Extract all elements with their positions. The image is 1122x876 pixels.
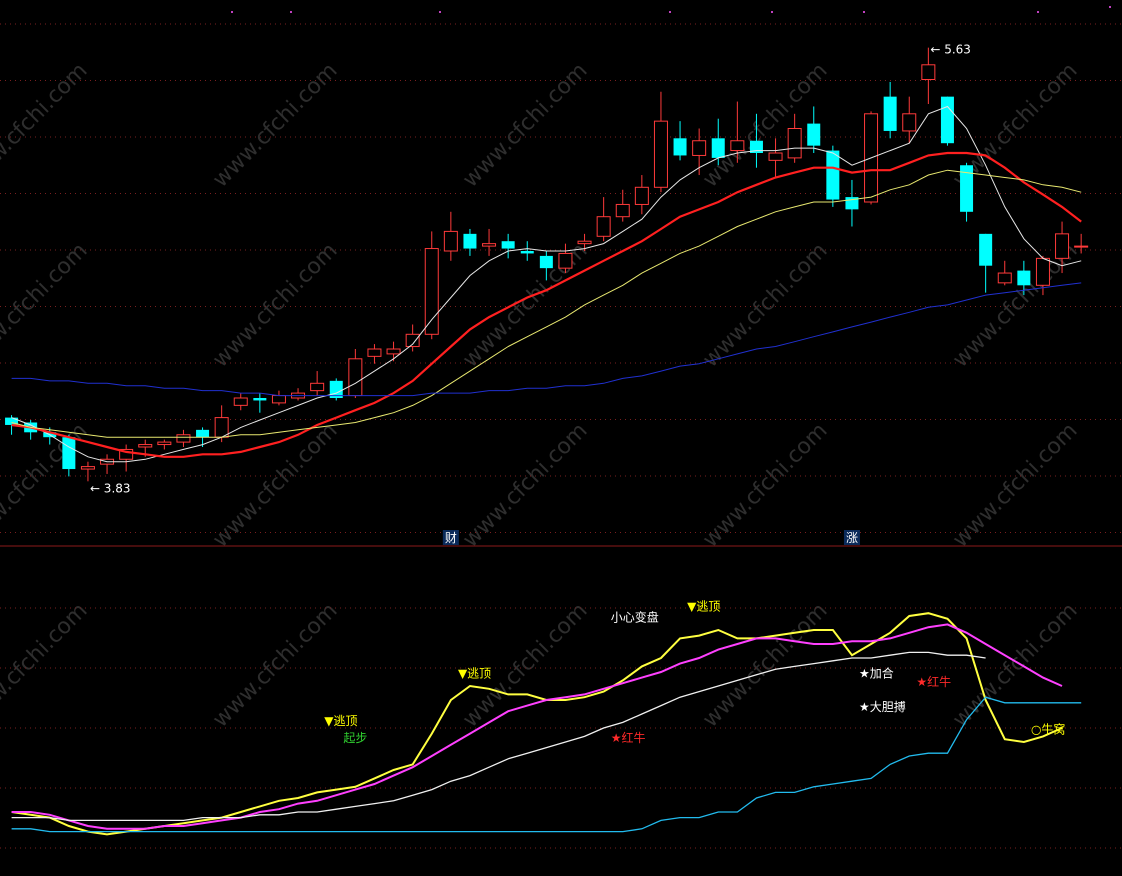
candle-down[interactable] [196, 429, 210, 438]
watermark-text: www.cfchi.com [698, 598, 832, 732]
candle-up[interactable] [443, 230, 458, 252]
candle-up[interactable] [348, 358, 363, 397]
candle-up[interactable] [558, 252, 573, 269]
signal-label: ★红牛 [916, 674, 951, 689]
candle-down[interactable] [711, 138, 725, 158]
period-tick [669, 11, 671, 13]
candle-up[interactable] [482, 243, 497, 247]
candle-down[interactable] [1017, 270, 1031, 286]
candle-down[interactable] [539, 255, 553, 269]
watermark-text: www.cfchi.com [208, 598, 342, 732]
period-tick [771, 11, 773, 13]
candle-down[interactable] [501, 241, 515, 249]
candle-up[interactable] [787, 128, 802, 159]
candle-up[interactable] [615, 203, 630, 218]
candle-up[interactable] [386, 348, 401, 355]
signal-label: 起步 [343, 731, 367, 745]
candle-down[interactable] [673, 138, 687, 156]
signal-label: ★红牛 [611, 730, 646, 745]
candle-up[interactable] [596, 216, 611, 237]
candle-up[interactable] [310, 382, 325, 392]
candle-up[interactable] [921, 64, 936, 81]
event-marker[interactable]: 涨 [846, 530, 858, 545]
signal-label: ▼逃顶 [458, 667, 491, 681]
period-tick [863, 11, 865, 13]
candle-down[interactable] [520, 251, 534, 254]
watermark-text: www.cfchi.com [208, 238, 342, 372]
candle-down[interactable] [979, 233, 993, 266]
candle-up[interactable] [577, 240, 592, 245]
candle-up[interactable] [367, 348, 382, 357]
period-tick [439, 11, 441, 13]
candle-up[interactable] [730, 140, 745, 152]
candle-down[interactable] [463, 233, 477, 249]
candle-up[interactable] [271, 395, 286, 404]
low-price-label: ← 3.83 [90, 481, 131, 495]
chart-canvas[interactable]: www.cfchi.com www.cfchi.com www.cfchi.com w… [0, 0, 1122, 876]
candle-up[interactable] [176, 434, 191, 443]
candle-down[interactable] [940, 96, 954, 144]
candle-up[interactable] [138, 444, 153, 448]
signal-label: 小心变盘 [611, 610, 659, 625]
candle-up[interactable] [634, 186, 649, 205]
candle-down[interactable] [807, 123, 821, 146]
candle-up[interactable] [653, 120, 668, 188]
candle-down[interactable] [62, 437, 76, 470]
watermark-text: www.cfchi.com [458, 598, 592, 732]
candle-up[interactable] [1055, 233, 1070, 259]
candle-up[interactable] [1074, 245, 1089, 248]
period-tick [1109, 6, 1111, 8]
candle-down[interactable] [253, 398, 267, 401]
stock-chart-window: www.cfchi.com www.cfchi.com www.cfchi.com w… [0, 0, 1122, 876]
watermark-text: www.cfchi.com [698, 238, 832, 372]
candle-up[interactable] [692, 140, 707, 156]
signal-label: ★大胆搏 [859, 700, 906, 714]
candle-up[interactable] [233, 397, 248, 406]
event-marker[interactable]: 财 [445, 531, 457, 545]
candle-up[interactable] [157, 441, 172, 446]
candle-down[interactable] [826, 150, 840, 200]
watermark-text: www.cfchi.com [458, 58, 592, 192]
period-tick [290, 11, 292, 13]
ma-yellow-line [11, 169, 1082, 438]
candle-up[interactable] [80, 466, 95, 470]
signal-label: ★加合 [859, 666, 894, 681]
candle-up[interactable] [214, 417, 229, 438]
candle-up[interactable] [902, 113, 917, 132]
candle-up[interactable] [424, 248, 439, 335]
watermark-text: www.cfchi.com [0, 58, 93, 192]
ind-cyan-line [11, 696, 1082, 833]
signal-label: ▼逃顶 [687, 599, 720, 613]
period-tick [231, 11, 233, 13]
watermark-text: www.cfchi.com [948, 598, 1082, 732]
watermark-text: www.cfchi.com [0, 598, 93, 732]
candle-down[interactable] [883, 96, 897, 131]
watermark-text: www.cfchi.com [0, 238, 93, 372]
candle-up[interactable] [1035, 257, 1050, 286]
indicator-signals: ▼逃顶▼逃顶▼逃顶小心变盘★红牛★加合★红牛★大胆搏○牛窝起步 [324, 599, 1065, 745]
ma-red-line [11, 151, 1082, 458]
signal-label: ○牛窝 [1031, 722, 1065, 737]
candle-up[interactable] [997, 272, 1012, 284]
period-tick [1037, 11, 1039, 13]
watermark-text: www.cfchi.com [0, 418, 93, 552]
candle-up[interactable] [768, 152, 783, 161]
watermark-text: www.cfchi.com [208, 58, 342, 192]
high-price-label: ← 5.63 [930, 43, 971, 57]
signal-label: ▼逃顶 [324, 714, 357, 728]
